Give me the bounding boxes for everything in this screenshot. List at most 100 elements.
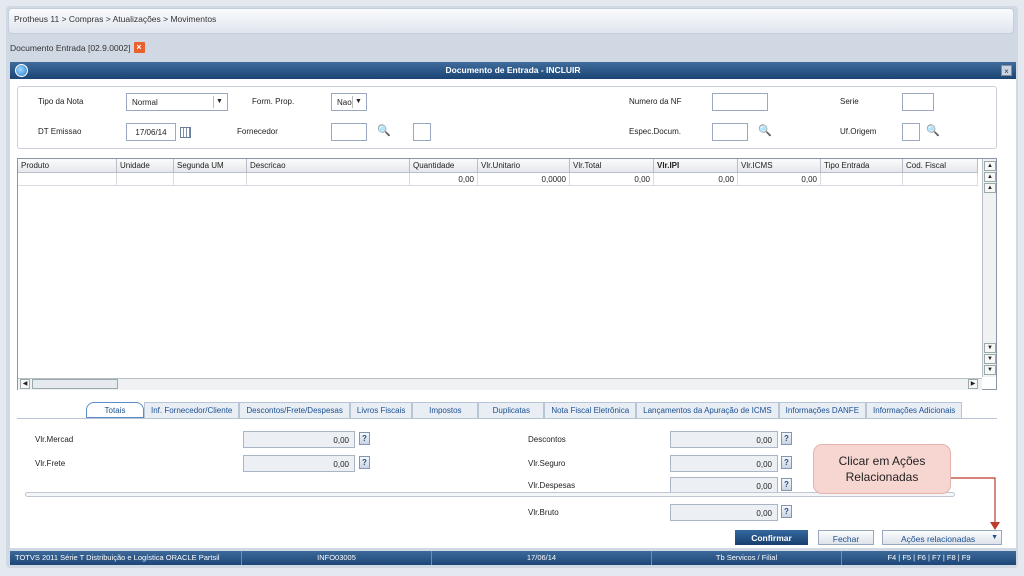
breadcrumb: Protheus 11 > Compras > Atualizações > M… <box>14 14 217 24</box>
tab-livros-fiscais[interactable]: Livros Fiscais <box>349 402 413 418</box>
items-grid[interactable] <box>17 158 997 390</box>
tab-bar: Totais Inf. Fornecedor/Cliente Descontos… <box>86 402 963 418</box>
espec-docum-label: Espec.Docum. <box>629 127 682 136</box>
scroll-page-up-icon[interactable]: ▲ <box>984 172 996 182</box>
search-icon[interactable]: 🔍 <box>758 124 772 137</box>
instruction-callout: Clicar em Ações Relacionadas <box>813 444 951 494</box>
uf-origem-input[interactable] <box>902 123 920 141</box>
scroll-top-icon[interactable]: ▲ <box>984 161 996 171</box>
numero-nf-input[interactable] <box>712 93 768 111</box>
tab-danfe[interactable]: Informações DANFE <box>778 402 867 418</box>
uf-origem-label: Uf.Origem <box>840 127 877 136</box>
callout-line-2: Relacionadas <box>845 470 919 484</box>
serie-input[interactable] <box>902 93 934 111</box>
help-icon[interactable]: ? <box>781 432 792 445</box>
dt-emissao-input[interactable]: 17/06/14 <box>126 123 176 141</box>
vlr-despesas-label: Vlr.Despesas <box>528 481 576 490</box>
related-actions-button[interactable]: Ações relacionadas ▼ <box>882 530 1002 545</box>
scroll-thumb[interactable] <box>32 379 118 389</box>
scroll-left-icon[interactable]: ◀ <box>20 379 30 389</box>
grid-cell[interactable] <box>903 173 978 186</box>
grid-header-cell[interactable]: Vlr.ICMS <box>738 159 821 173</box>
numero-nf-label: Numero da NF <box>629 97 682 106</box>
vlr-bruto-value: 0,00 <box>670 504 778 521</box>
close-window-icon[interactable]: × <box>1001 65 1012 76</box>
status-branch: Tb Servicos / Filial <box>652 551 842 565</box>
horizontal-scrollbar[interactable]: ◀ ▶ <box>18 378 982 390</box>
form-prop-label: Form. Prop. <box>252 97 295 106</box>
grid-header-cell[interactable]: Vlr.IPI <box>654 159 738 173</box>
tab-inf-fornecedor[interactable]: Inf. Fornecedor/Cliente <box>144 402 240 418</box>
vlr-bruto-label: Vlr.Bruto <box>528 508 559 517</box>
form-prop-select[interactable]: Nao ▼ <box>331 93 367 111</box>
scroll-right-icon[interactable]: ▶ <box>968 379 978 389</box>
grid-header-cell[interactable]: Segunda UM <box>174 159 247 173</box>
grid-cell[interactable]: 0,00 <box>654 173 738 186</box>
descontos-label: Descontos <box>528 435 566 444</box>
close-tab-icon[interactable]: × <box>133 42 145 53</box>
help-icon[interactable]: ? <box>781 456 792 469</box>
grid-header-cell[interactable]: Descricao <box>247 159 410 173</box>
grid-cell[interactable]: 0,00 <box>570 173 654 186</box>
window-titlebar: Documento de Entrada - INCLUIR × <box>10 62 1016 79</box>
grid-header-cell[interactable]: Tipo Entrada <box>821 159 903 173</box>
vlr-seguro-value: 0,00 <box>670 455 778 472</box>
tab-duplicatas[interactable]: Duplicatas <box>478 402 545 418</box>
help-icon[interactable]: ? <box>781 505 792 518</box>
vlr-frete-label: Vlr.Frete <box>35 459 66 468</box>
tab-info-adicionais[interactable]: Informações Adicionais <box>866 402 963 418</box>
grid-cell[interactable]: 0,00 <box>738 173 821 186</box>
tab-totais[interactable]: Totais <box>86 402 144 418</box>
grid-header-cell[interactable]: Produto <box>18 159 117 173</box>
scroll-down-icon[interactable]: ▼ <box>984 343 996 353</box>
table-row[interactable]: 0,00 0,0000 0,00 0,00 0,00 <box>18 173 978 186</box>
espec-docum-input[interactable] <box>712 123 748 141</box>
calendar-icon[interactable] <box>180 127 191 138</box>
tipo-nota-select[interactable]: Normal ▼ <box>126 93 228 111</box>
chevron-down-icon: ▼ <box>352 96 364 108</box>
scroll-page-down-icon[interactable]: ▼ <box>984 354 996 364</box>
grid-cell[interactable] <box>821 173 903 186</box>
scroll-bottom-icon[interactable]: ▼ <box>984 365 996 375</box>
grid-header-cell[interactable]: Quantidade <box>410 159 478 173</box>
tab-nfe[interactable]: Nota Fiscal Eletrônica <box>544 402 637 418</box>
header-form: Tipo da Nota Normal ▼ Form. Prop. Nao ▼ … <box>17 86 997 149</box>
grid-header-cell[interactable]: Unidade <box>117 159 174 173</box>
scroll-up-icon[interactable]: ▲ <box>984 183 996 193</box>
vertical-scrollbar[interactable]: ▲ ▲ ▲ ▼ ▼ ▼ <box>982 159 996 377</box>
tipo-nota-value: Normal <box>132 98 158 107</box>
help-icon[interactable]: ? <box>781 478 792 491</box>
grid-header: Produto Unidade Segunda UM Descricao Qua… <box>18 159 978 173</box>
status-bar: TOTVS 2011 Série T Distribuição e Logíst… <box>10 551 1016 565</box>
tipo-nota-label: Tipo da Nota <box>38 97 84 106</box>
help-icon[interactable]: ? <box>359 432 370 445</box>
close-button[interactable]: Fechar <box>818 530 874 545</box>
form-prop-value: Nao <box>337 98 352 107</box>
vlr-seguro-label: Vlr.Seguro <box>528 459 566 468</box>
document-tab[interactable]: Documento Entrada [02.9.0002] × <box>10 42 145 53</box>
confirm-button[interactable]: Confirmar <box>735 530 808 545</box>
document-tab-label: Documento Entrada [02.9.0002] <box>10 42 131 53</box>
grid-cell[interactable] <box>247 173 410 186</box>
grid-cell[interactable] <box>174 173 247 186</box>
vlr-mercad-label: Vlr.Mercad <box>35 435 74 444</box>
callout-arrow <box>951 477 1000 530</box>
fornecedor-loja-input[interactable] <box>413 123 431 141</box>
window-title: Documento de Entrada - INCLUIR <box>445 65 581 75</box>
tab-descontos[interactable]: Descontos/Frete/Despesas <box>239 402 350 418</box>
grid-cell[interactable] <box>117 173 174 186</box>
grid-header-cell[interactable]: Cod. Fiscal <box>903 159 978 173</box>
chevron-down-icon: ▼ <box>213 96 225 108</box>
status-system: TOTVS 2011 Série T Distribuição e Logíst… <box>10 551 242 565</box>
grid-header-cell[interactable]: Vlr.Unitario <box>478 159 570 173</box>
grid-cell[interactable]: 0,0000 <box>478 173 570 186</box>
search-icon[interactable]: 🔍 <box>926 124 940 137</box>
grid-header-cell[interactable]: Vlr.Total <box>570 159 654 173</box>
help-icon[interactable]: ? <box>359 456 370 469</box>
grid-cell[interactable]: 0,00 <box>410 173 478 186</box>
tab-impostos[interactable]: Impostos <box>412 402 479 418</box>
fornecedor-input[interactable] <box>331 123 367 141</box>
tab-apuracao-icms[interactable]: Lançamentos da Apuração de ICMS <box>636 402 779 418</box>
grid-cell[interactable] <box>18 173 117 186</box>
search-icon[interactable]: 🔍 <box>377 124 391 137</box>
